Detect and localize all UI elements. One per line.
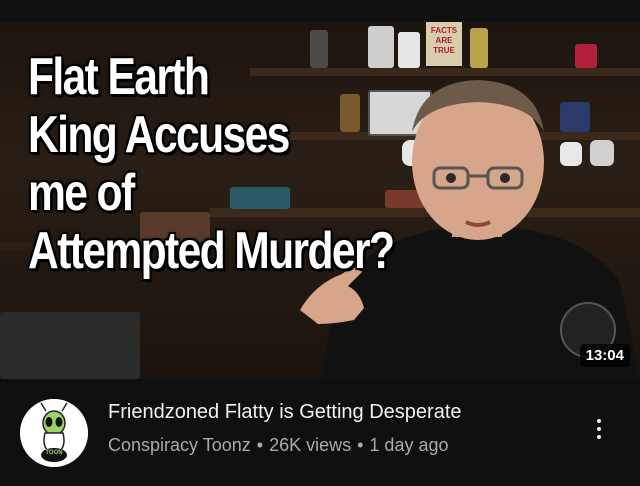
headline-line: me of: [28, 164, 135, 222]
duration-badge: 13:04: [579, 344, 630, 367]
sign-line: TRUE: [433, 46, 455, 55]
video-meta: Conspiracy Toonz • 26K views • 1 day ago: [108, 435, 449, 456]
video-title[interactable]: Friendzoned Flatty is Getting Desperate: [108, 401, 462, 424]
headline-line: Attempted Murder?: [28, 222, 395, 280]
meta-separator: •: [256, 435, 264, 455]
menu-dot: [597, 427, 601, 431]
menu-dot: [597, 419, 601, 423]
avatar-label: TOON: [45, 450, 63, 456]
menu-dot: [597, 435, 601, 439]
headline-line: King Accuses: [28, 106, 290, 164]
sign-line: ARE: [435, 36, 453, 45]
thumbnail-headline: Flat Earth King Accuses me of Attempted …: [28, 48, 395, 280]
view-count: 26K views: [269, 435, 352, 455]
facts-are-true-sign: FACTS ARE TRUE: [426, 22, 462, 66]
channel-avatar[interactable]: TOON: [20, 399, 88, 467]
sign-line: FACTS: [430, 26, 458, 35]
headline-line: Flat Earth: [28, 48, 210, 106]
video-info: TOON Friendzoned Flatty is Getting Despe…: [0, 379, 640, 486]
shelf-prop: [0, 312, 140, 379]
alien-mascot-icon: [20, 399, 88, 467]
upload-age: 1 day ago: [369, 435, 449, 455]
more-vertical-icon[interactable]: [584, 409, 614, 449]
video-thumbnail[interactable]: FACTS ARE TRUE Flat Earth King Accuses m…: [0, 22, 640, 379]
meta-separator: •: [357, 435, 364, 455]
channel-name[interactable]: Conspiracy Toonz: [108, 435, 251, 455]
